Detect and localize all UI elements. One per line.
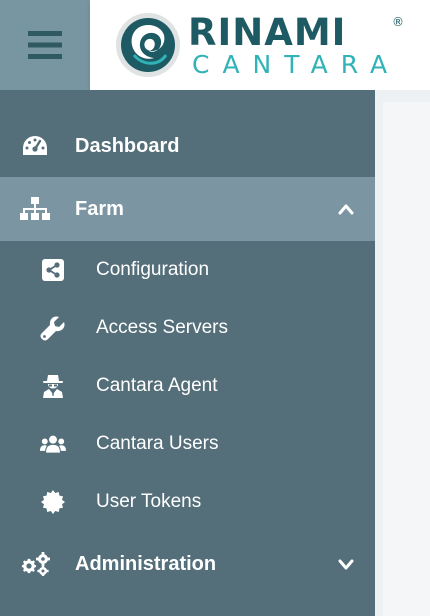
sidebar-item-label: Configuration bbox=[96, 259, 210, 280]
cogs-icon bbox=[20, 549, 50, 579]
sidebar-item-label: Farm bbox=[75, 197, 124, 220]
sidebar-item-dashboard[interactable]: Dashboard bbox=[0, 114, 375, 178]
user-secret-icon bbox=[40, 373, 66, 399]
hamburger-icon bbox=[28, 31, 62, 59]
tachometer-icon bbox=[20, 131, 50, 161]
sidebar-subitem-cantara-users[interactable]: Cantara Users bbox=[0, 415, 375, 473]
top-bar: RINAMI ® CANTARA bbox=[0, 0, 430, 90]
logo-bottom-text: CANTARA bbox=[192, 50, 401, 79]
logo-mark-icon bbox=[114, 11, 182, 79]
logo[interactable]: RINAMI ® CANTARA bbox=[90, 0, 430, 90]
sidebar-subitem-user-tokens[interactable]: User Tokens bbox=[0, 473, 375, 531]
chevron-down-icon bbox=[336, 554, 356, 574]
chevron-up-icon bbox=[336, 199, 356, 219]
sidebar: Dashboard Farm Configuration Access Serv… bbox=[0, 90, 375, 616]
sidebar-item-administration[interactable]: Administration bbox=[0, 532, 375, 596]
sidebar-item-label: Cantara Agent bbox=[96, 375, 218, 396]
sidebar-item-label: Dashboard bbox=[75, 134, 180, 157]
logo-text: RINAMI ® CANTARA bbox=[188, 11, 408, 79]
menu-toggle-button[interactable] bbox=[0, 0, 90, 90]
sidebar-item-label: Administration bbox=[75, 552, 217, 575]
users-icon bbox=[40, 431, 66, 457]
sidebar-item-farm[interactable]: Farm bbox=[0, 177, 375, 241]
sidebar-item-label: Cantara Users bbox=[96, 433, 219, 454]
registered-mark: ® bbox=[392, 15, 404, 29]
sidebar-subitem-configuration[interactable]: Configuration bbox=[0, 241, 375, 299]
sitemap-icon bbox=[20, 194, 50, 224]
sidebar-item-label: User Tokens bbox=[96, 491, 202, 512]
sidebar-subitem-cantara-agent[interactable]: Cantara Agent bbox=[0, 357, 375, 415]
sidebar-item-label: Access Servers bbox=[96, 317, 228, 338]
wrench-icon bbox=[40, 315, 66, 341]
logo-top-text: RINAMI bbox=[188, 11, 347, 54]
main-content bbox=[375, 90, 430, 616]
share-square-icon bbox=[40, 257, 66, 283]
content-panel bbox=[383, 102, 430, 616]
sidebar-subitem-access-servers[interactable]: Access Servers bbox=[0, 299, 375, 357]
certificate-icon bbox=[40, 489, 66, 515]
